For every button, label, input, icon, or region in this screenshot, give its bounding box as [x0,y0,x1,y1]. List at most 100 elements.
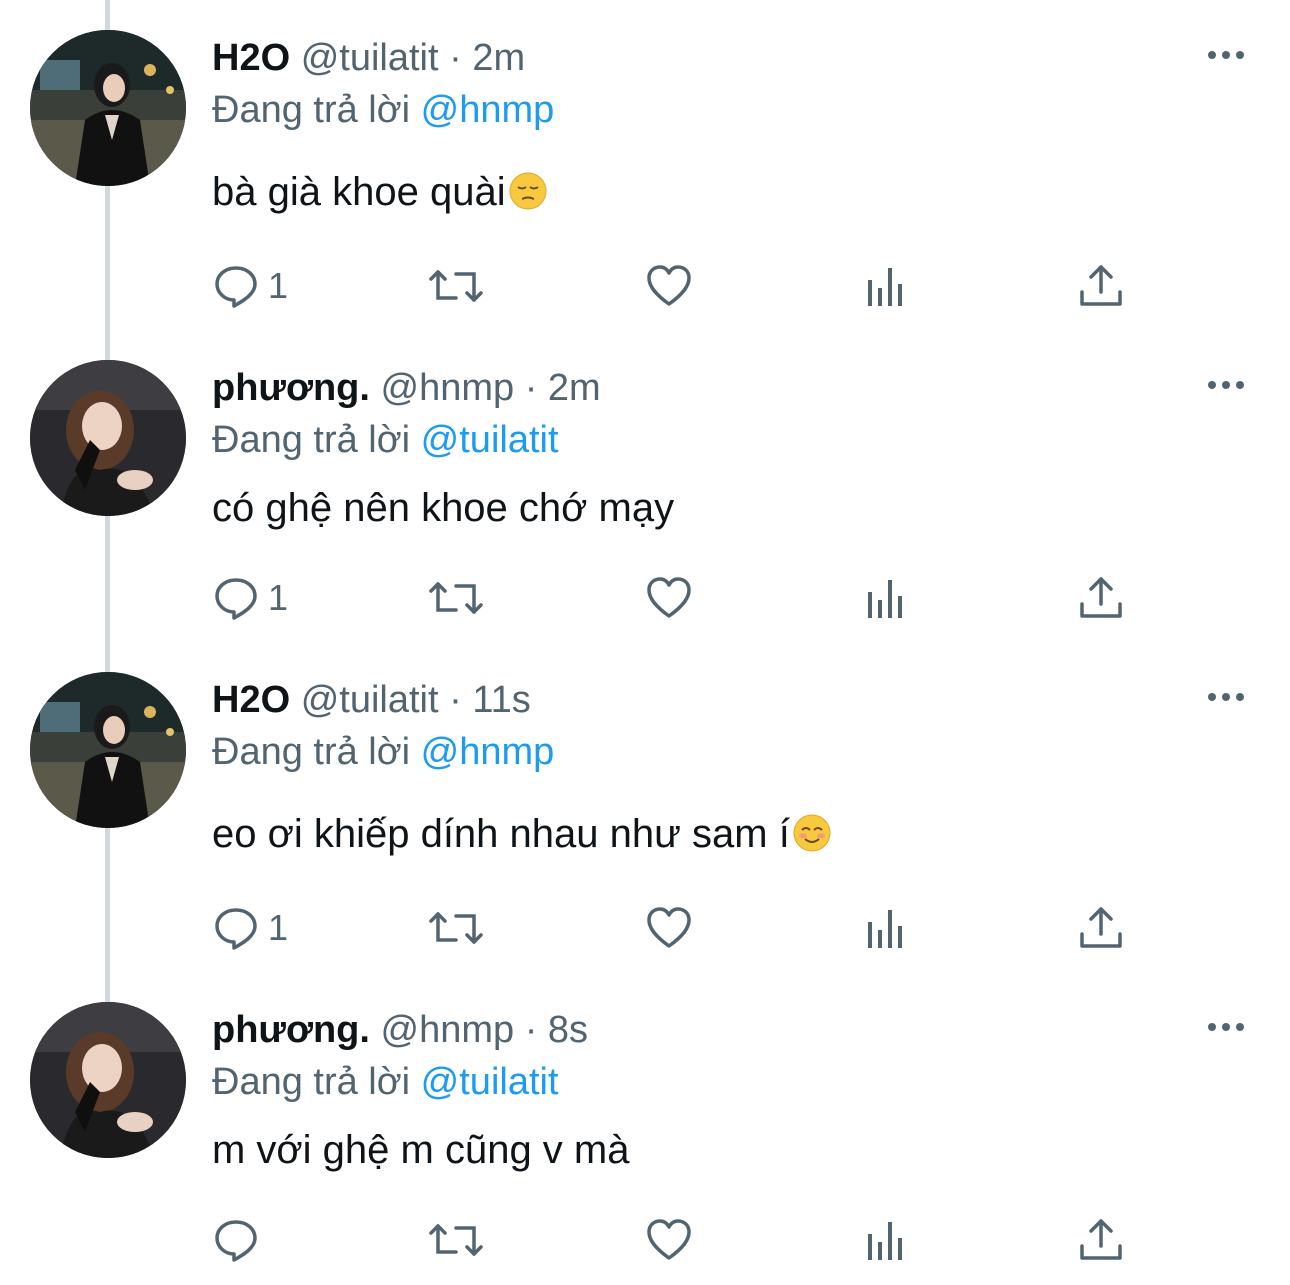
reply-icon [215,908,257,950]
analytics-icon [868,910,902,948]
reply-icon [215,266,257,308]
user-handle[interactable]: @tuilatit [301,37,439,79]
separator-dot: · [449,37,462,79]
tweet-text-content: m với ghệ m cũng v mà [212,1128,630,1172]
share-button[interactable] [1077,568,1125,628]
reply-button[interactable]: 1 [212,568,288,628]
analytics-button[interactable] [862,898,910,958]
avatar[interactable] [30,30,186,186]
display-name[interactable]: H2O [212,679,290,721]
share-button[interactable] [1077,256,1125,316]
display-name[interactable]: phương. [212,1009,370,1051]
tweet[interactable]: phương. @hnmp · 8s Đang trả lời @tuilati… [0,972,1290,1285]
tweet-text-content: có ghệ nên khoe chớ mạy [212,486,675,530]
tweet-text: bà già khoe quài [212,168,548,216]
tweet-actions: 1 [0,898,1290,958]
share-button[interactable] [1077,898,1125,958]
reply-count: 1 [268,265,289,306]
retweet-button[interactable] [428,568,484,628]
tweet-actions: 1 [0,568,1290,628]
tweet-header: H2O @tuilatit · 11s [212,678,531,722]
timestamp[interactable]: 11s [472,679,530,721]
user-handle[interactable]: @hnmp [381,1009,515,1051]
smiling-face-emoji [793,814,831,852]
analytics-icon [868,580,902,618]
retweet-button[interactable] [428,898,484,958]
replying-label: Đang trả lời [212,419,411,461]
more-options-icon[interactable] [1204,40,1248,70]
heart-icon [647,265,691,306]
tweet-header: phương. @hnmp · 8s [212,1008,588,1052]
share-button[interactable] [1077,1210,1125,1270]
heart-icon [647,577,691,618]
user-handle[interactable]: @hnmp [381,367,515,409]
like-button[interactable] [645,256,693,316]
reply-button[interactable]: 1 [212,898,288,958]
tweet-actions [0,1210,1290,1270]
replying-to: Đang trả lời @tuilatit [212,418,559,462]
share-icon [1080,265,1122,306]
retweet-icon [429,912,483,944]
reply-mention[interactable]: @hnmp [421,731,555,773]
tweet-text-content: bà già khoe quài [212,170,506,214]
avatar-h2o-image [30,672,186,828]
replying-label: Đang trả lời [212,1061,411,1103]
avatar-h2o-image [30,30,186,186]
reply-icon [215,1220,257,1262]
retweet-icon [429,582,483,614]
analytics-icon [868,268,902,306]
timestamp[interactable]: 2m [472,37,525,79]
analytics-button[interactable] [862,1210,910,1270]
tweet[interactable]: phương. @hnmp · 2m Đang trả lời @tuilati… [0,330,1290,660]
tweet-actions: 1 [0,256,1290,316]
avatar-phuong-image [30,1002,186,1158]
avatar[interactable] [30,360,186,516]
tweet[interactable]: H2O @tuilatit · 2m Đang trả lời @hnmp bà… [0,0,1290,330]
separator-dot: · [449,679,462,721]
separator-dot: · [524,367,538,409]
reply-mention[interactable]: @hnmp [421,89,555,131]
tweet-text: có ghệ nên khoe chớ mạy [212,484,674,532]
more-options-icon[interactable] [1204,682,1248,712]
like-button[interactable] [645,1210,693,1270]
analytics-button[interactable] [862,256,910,316]
retweet-icon [429,1224,483,1256]
share-icon [1080,1219,1122,1260]
timestamp[interactable]: 2m [548,367,601,409]
timestamp[interactable]: 8s [548,1009,588,1051]
replying-to: Đang trả lời @hnmp [212,730,554,774]
tweet-text: eo ơi khiếp dính nhau như sam í [212,810,832,858]
replying-label: Đang trả lời [212,89,411,131]
replying-label: Đang trả lời [212,731,411,773]
display-name[interactable]: H2O [212,37,290,79]
pensive-face-emoji [509,172,547,210]
retweet-button[interactable] [428,256,484,316]
share-icon [1080,577,1122,618]
like-button[interactable] [645,568,693,628]
analytics-icon [868,1222,902,1260]
avatar-phuong-image [30,360,186,516]
reply-button[interactable]: 1 [212,256,288,316]
avatar[interactable] [30,672,186,828]
analytics-button[interactable] [862,568,910,628]
retweet-icon [429,270,483,302]
heart-icon [647,907,691,948]
replying-to: Đang trả lời @tuilatit [212,1060,559,1104]
more-options-icon[interactable] [1204,1012,1248,1042]
like-button[interactable] [645,898,693,958]
separator-dot: · [524,1009,538,1051]
reply-button[interactable] [212,1210,268,1270]
heart-icon [647,1219,691,1260]
display-name[interactable]: phương. [212,367,370,409]
reply-icon [215,578,257,620]
avatar[interactable] [30,1002,186,1158]
tweet-text: m với ghệ m cũng v mà [212,1126,629,1174]
reply-count: 1 [268,577,289,618]
reply-mention[interactable]: @tuilatit [421,419,559,461]
reply-mention[interactable]: @tuilatit [421,1061,559,1103]
more-options-icon[interactable] [1204,370,1248,400]
reply-count: 1 [268,907,289,948]
tweet[interactable]: H2O @tuilatit · 11s Đang trả lời @hnmp e… [0,642,1290,972]
retweet-button[interactable] [428,1210,484,1270]
user-handle[interactable]: @tuilatit [301,679,439,721]
